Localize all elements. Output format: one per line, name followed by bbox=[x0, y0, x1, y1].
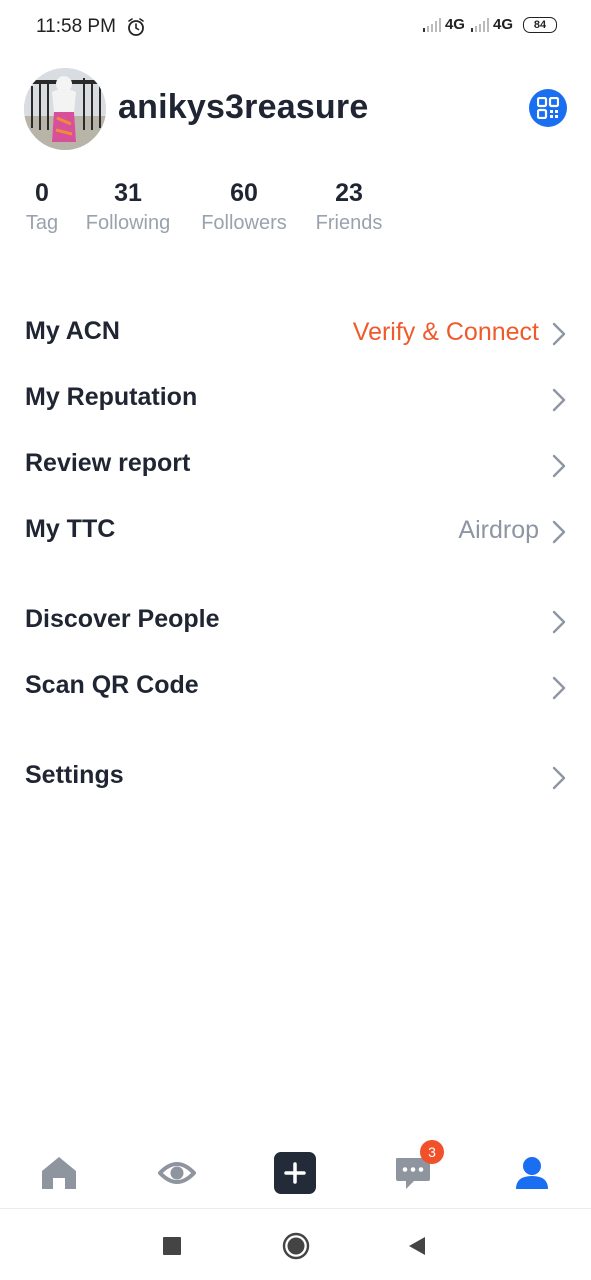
bottom-tab-bar: 3 bbox=[0, 1138, 591, 1208]
notification-badge: 3 bbox=[420, 1140, 444, 1164]
signal-icon bbox=[422, 17, 441, 32]
status-time: 11:58 PM bbox=[36, 16, 116, 37]
recent-apps-button[interactable] bbox=[157, 1231, 187, 1261]
back-triangle-icon bbox=[409, 1237, 425, 1255]
stat-friends-label: Friends bbox=[315, 212, 383, 234]
menu-item-label: Scan QR Code bbox=[25, 671, 199, 699]
airdrop-value: Airdrop bbox=[458, 516, 539, 544]
verify-connect-link[interactable]: Verify & Connect bbox=[353, 318, 539, 347]
menu-item-label: My TTC bbox=[25, 515, 116, 543]
tab-watch[interactable] bbox=[152, 1148, 202, 1198]
avatar[interactable] bbox=[24, 68, 106, 150]
network-label-1: 4G bbox=[444, 16, 465, 33]
stat-followers-value: 60 bbox=[230, 179, 258, 207]
chevron-right-icon bbox=[552, 676, 566, 700]
menu-item-label: Discover People bbox=[25, 605, 220, 633]
chevron-right-icon bbox=[552, 454, 566, 478]
chevron-right-icon bbox=[552, 610, 566, 634]
stat-friends-value: 23 bbox=[335, 179, 363, 207]
menu-item-my-acn[interactable]: My ACN Verify & Connect bbox=[0, 303, 591, 363]
back-button[interactable] bbox=[402, 1231, 432, 1261]
chevron-right-icon bbox=[552, 322, 566, 346]
stat-friends[interactable]: 23 Friends bbox=[312, 178, 386, 235]
tab-home[interactable] bbox=[34, 1148, 84, 1198]
profile-icon bbox=[516, 1157, 548, 1189]
chevron-right-icon bbox=[552, 388, 566, 412]
plus-icon bbox=[274, 1152, 316, 1194]
tab-messages[interactable]: 3 bbox=[388, 1140, 444, 1198]
stat-tag[interactable]: 0 Tag bbox=[24, 178, 60, 235]
chevron-right-icon bbox=[552, 766, 566, 790]
stat-following[interactable]: 31 Following bbox=[82, 178, 174, 235]
circle-icon bbox=[282, 1232, 310, 1260]
menu-item-discover-people[interactable]: Discover People bbox=[0, 591, 591, 651]
system-nav-bar bbox=[0, 1209, 591, 1280]
menu-item-label: My ACN bbox=[25, 317, 120, 345]
menu-item-settings[interactable]: Settings bbox=[0, 747, 591, 807]
profile-stats: 0 Tag 31 Following 60 Followers 23 Frien… bbox=[0, 178, 591, 248]
network-label-2: 4G bbox=[492, 16, 513, 33]
avatar-image bbox=[24, 68, 106, 150]
status-indicators: 4G 4G 84 bbox=[422, 16, 557, 33]
menu-item-label: Settings bbox=[25, 761, 124, 789]
stat-following-value: 31 bbox=[114, 179, 142, 207]
tab-create[interactable] bbox=[270, 1148, 320, 1198]
stat-followers-label: Followers bbox=[201, 212, 287, 234]
battery-icon: 84 bbox=[523, 16, 557, 33]
stat-tag-value: 0 bbox=[35, 179, 49, 207]
qr-code-icon bbox=[537, 97, 559, 119]
home-button[interactable] bbox=[281, 1231, 311, 1261]
username: anikys3reasure bbox=[118, 88, 369, 126]
menu-item-my-reputation[interactable]: My Reputation bbox=[0, 369, 591, 429]
stat-following-label: Following bbox=[85, 212, 171, 234]
stat-tag-label: Tag bbox=[25, 212, 59, 234]
alarm-icon bbox=[128, 18, 144, 36]
home-icon bbox=[42, 1157, 76, 1189]
menu-item-scan-qr-code[interactable]: Scan QR Code bbox=[0, 657, 591, 717]
menu-item-review-report[interactable]: Review report bbox=[0, 435, 591, 495]
menu-item-label: My Reputation bbox=[25, 383, 198, 411]
eye-icon bbox=[158, 1162, 196, 1184]
stat-followers[interactable]: 60 Followers bbox=[197, 178, 291, 235]
menu-item-label: Review report bbox=[25, 449, 191, 477]
menu-item-my-ttc[interactable]: My TTC Airdrop bbox=[0, 501, 591, 561]
square-icon bbox=[163, 1237, 181, 1255]
signal-icon bbox=[470, 17, 489, 32]
chevron-right-icon bbox=[552, 520, 566, 544]
tab-profile[interactable] bbox=[507, 1148, 557, 1198]
qr-code-button[interactable] bbox=[529, 89, 567, 127]
status-bar: 11:58 PM 4G 4G 84 bbox=[0, 0, 591, 56]
